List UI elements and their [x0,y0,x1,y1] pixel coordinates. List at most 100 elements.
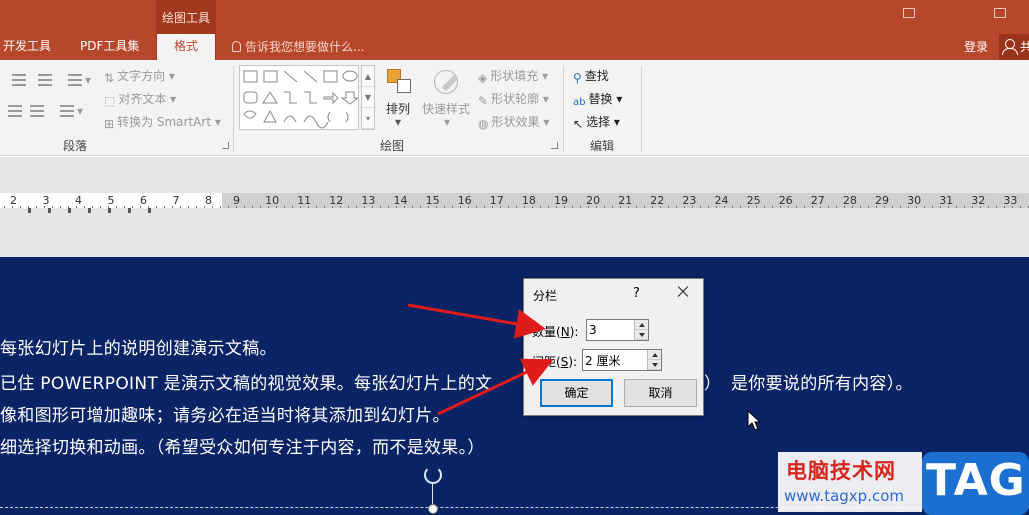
ruler-tick [364,206,365,208]
gallery-scroll[interactable]: ▲ ▼ ▾ [361,65,375,130]
drawing-dialog-launcher-icon[interactable] [551,142,558,149]
ruler-tick [52,206,53,208]
smartart-icon: ⊞ [104,117,115,131]
ruler-tick [372,206,373,208]
ruler-tick [380,206,381,208]
indent-increase-icon[interactable] [38,73,55,87]
ruler-tick [932,206,933,208]
quick-styles-dropdown-icon[interactable]: ▾ [444,115,450,129]
ruler-tick [596,206,597,208]
spacing-stepper[interactable] [582,349,662,371]
ruler-tick [660,206,661,208]
ruler-tick [740,206,741,208]
pen-icon: ✎ [478,94,489,108]
spacing-up-icon[interactable] [648,350,661,360]
text-direction-icon: ⇅ [104,71,115,85]
ruler-tick [204,206,205,208]
ruler-tick [196,206,197,208]
text-direction-label: 文字方向 [117,69,166,83]
ruler-tick [708,206,709,208]
gallery-down-icon[interactable]: ▼ [362,87,374,108]
tab-developer[interactable]: 开发工具 [3,36,51,60]
ruler-tick [588,206,589,208]
tell-me-box[interactable]: 告诉我您想要做什么... [232,38,364,55]
ribbon-display-icon[interactable] [903,8,915,18]
close-icon[interactable] [673,282,693,302]
ruler-tick [356,206,357,208]
ruler-tick [1004,206,1005,208]
count-label: 数量(N): [532,325,579,339]
ruler-tick [988,206,989,208]
ruler-number: 31 [939,194,954,207]
ruler-tick [292,206,293,208]
tab-pdf-tools[interactable]: PDF工具集 [80,36,139,60]
spacing-down-icon[interactable] [648,360,661,370]
ruler-tick [156,206,157,208]
count-stepper[interactable] [586,319,649,341]
ruler-tick [972,206,973,208]
slide-text-line-3[interactable]: 像和图形可增加趣味；请务必在适当时将其添加到幻灯片。 [0,401,450,426]
shape-fill-button[interactable]: ◈ 形状填充 ▾ [478,67,548,85]
watermark-tag-text: TAG [926,455,1026,506]
gallery-up-icon[interactable]: ▲ [362,66,374,87]
count-accesskey: N [560,325,570,339]
help-icon[interactable]: ? [633,286,640,301]
ruler-tick [852,206,853,208]
ruler-tick [284,206,285,208]
text-direction-button[interactable]: ⇅ 文字方向 ▾ [104,67,175,85]
shape-outline-button[interactable]: ✎ 形状轮廓 ▾ [478,90,549,108]
ruler-tick [604,206,605,208]
arrange-dropdown-icon[interactable]: ▾ [395,115,401,129]
resize-handle[interactable] [428,504,438,514]
ruler-tick [540,206,541,208]
ruler-tab-marker [68,208,71,213]
share-button[interactable]: 共 [999,34,1029,60]
ruler-tick [476,206,477,208]
rotate-handle-icon[interactable] [424,466,442,484]
ruler-tick [964,206,965,208]
convert-smartart-button[interactable]: ⊞ 转换为 SmartArt ▾ [104,113,221,131]
count-down-icon[interactable] [635,330,648,340]
ruler-tick [300,206,301,208]
shape-effects-icon: ◍ [478,117,489,131]
ruler-tab-marker [108,208,111,213]
replace-button[interactable]: ab 替换 ▾ [573,90,622,108]
ruler-tick [980,206,981,208]
columns-icon[interactable] [30,104,47,118]
count-input[interactable] [589,322,629,338]
spacing-input[interactable] [585,352,641,368]
ruler-tick [508,206,509,208]
select-button[interactable]: ↖ 选择 ▾ [573,113,620,131]
indent-decrease-icon[interactable] [12,73,29,87]
tab-format[interactable]: 格式 [157,34,215,60]
slide-text-line-2-tail[interactable]: ） [704,369,721,394]
shape-effects-button[interactable]: ◍ 形状效果 ▾ [478,113,549,131]
slide-text-line-1[interactable]: 每张幻灯片上的说明创建演示文稿。 [0,334,277,359]
paragraph-dialog-launcher-icon[interactable] [222,142,229,149]
line-spacing-icon[interactable]: ▾ [68,73,91,87]
ruler-tick [140,206,141,208]
gallery-more-icon[interactable]: ▾ [362,108,374,129]
shapes-gallery[interactable] [239,65,360,130]
find-button[interactable]: ⚲ 查找 [573,67,609,85]
shape-effects-label: 形状效果 [491,115,540,129]
ruler-tick [124,206,125,208]
ruler-tick [548,206,549,208]
slide-text-line-2-end[interactable]: 是你要说的所有内容）。 [731,369,913,394]
maximize-icon[interactable] [994,8,1006,18]
align-text-button[interactable]: ⬚ 对齐文本 ▾ [104,90,176,108]
ruler-tick [580,206,581,208]
ruler-tick [676,206,677,208]
bullets-icon[interactable]: ▾ [60,104,83,118]
login-link[interactable]: 登录 [964,38,988,55]
person-icon-body [1002,48,1018,55]
ruler-tick [76,206,77,208]
slide-text-line-2[interactable]: 已住 POWERPOINT 是演示文稿的视觉效果。每张幻灯片上的文 [0,369,492,394]
count-up-icon[interactable] [635,320,648,330]
align-left-icon[interactable] [8,104,25,118]
ok-button[interactable]: 确定 [540,379,613,407]
slide-text-line-4[interactable]: 细选择切换和动画。（希望受众如何专注于内容，而不是效果。） [0,433,485,458]
ruler-tick [436,206,437,208]
ruler-tick [804,206,805,208]
cancel-button[interactable]: 取消 [624,379,697,407]
